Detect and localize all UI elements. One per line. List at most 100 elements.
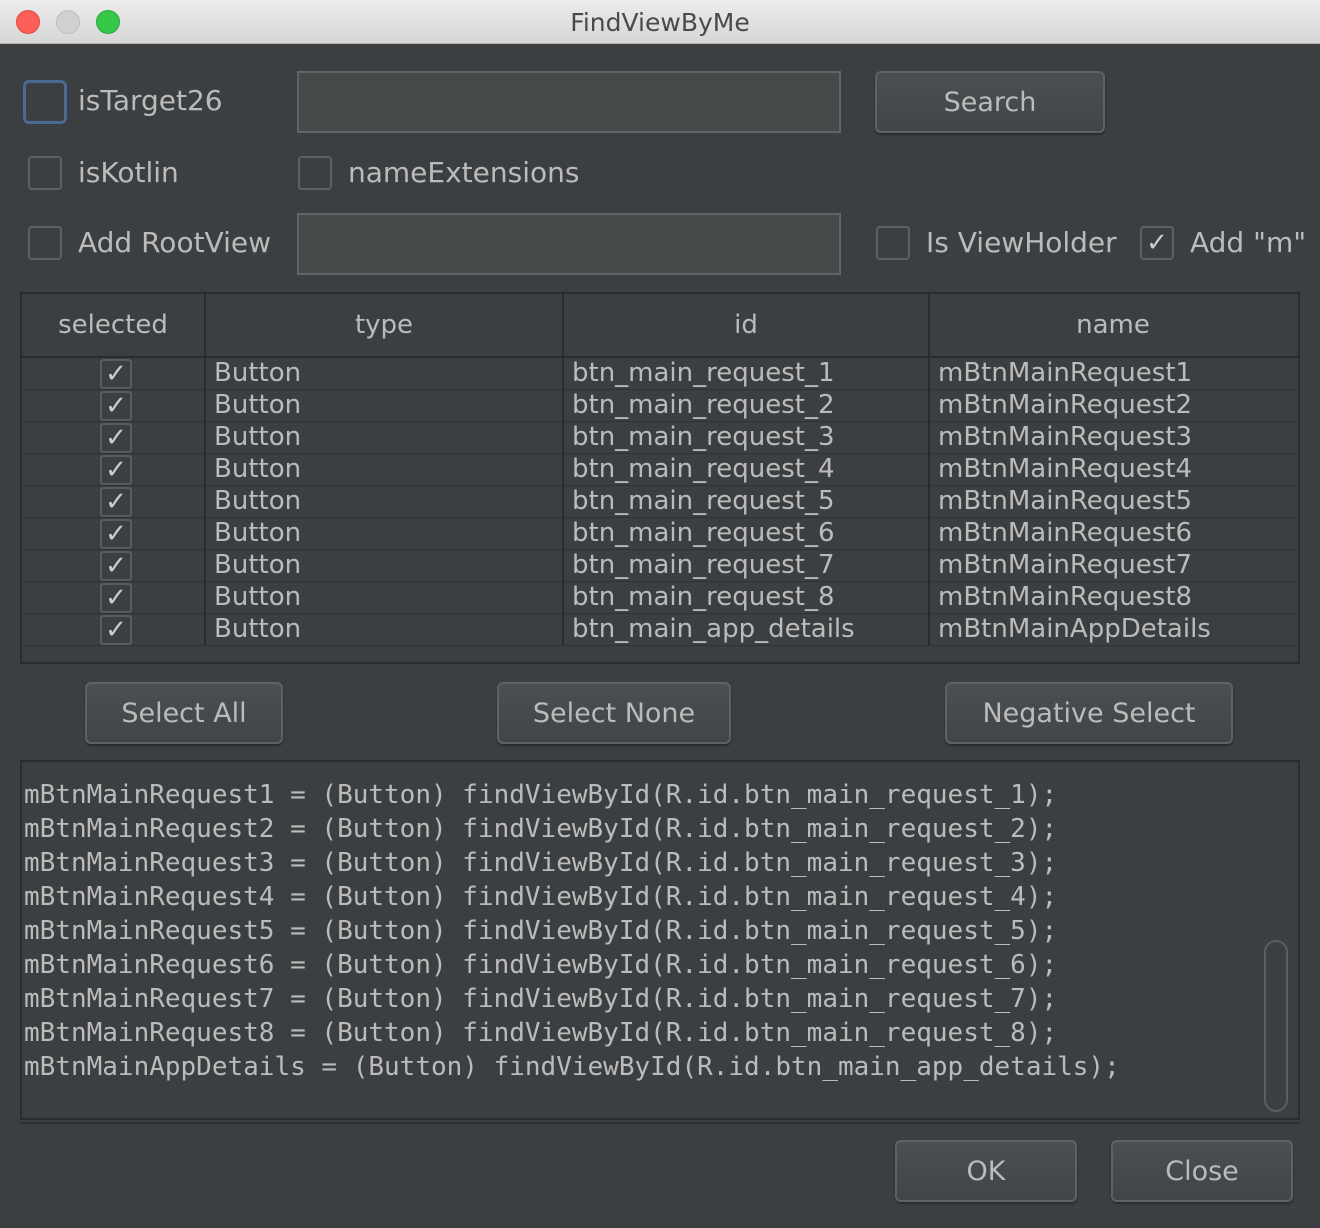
checkmark-icon: ✓ [105, 487, 127, 517]
is-view-holder-checkbox[interactable] [876, 226, 910, 260]
select-none-button[interactable]: Select None [497, 682, 731, 744]
code-line: mBtnMainRequest2 = (Button) findViewById… [24, 814, 1058, 844]
checkmark-icon: ✓ [105, 615, 127, 645]
cell-selected: ✓ [22, 486, 206, 517]
cell-name: mBtnMainRequest7 [938, 550, 1193, 580]
cell-id: btn_main_request_8 [564, 582, 930, 613]
is-target26-label: isTarget26 [78, 84, 223, 117]
root-view-input[interactable] [297, 213, 841, 275]
title-bar: FindViewByMe [0, 0, 1320, 44]
cell-type: Button [206, 582, 564, 613]
cell-id: btn_main_request_5 [564, 486, 930, 517]
checkmark-icon: ✓ [105, 551, 127, 581]
cell-id: btn_main_request_7 [564, 550, 930, 581]
table-row[interactable]: ✓ Button btn_main_request_1 mBtnMainRequest… [22, 358, 1296, 390]
cell-type: Button [206, 422, 564, 453]
cell-selected: ✓ [22, 454, 206, 485]
cell-type: Button [206, 614, 564, 645]
cell-name: mBtnMainRequest5 [938, 486, 1193, 516]
ok-button[interactable]: OK [895, 1140, 1077, 1202]
cell-id: btn_main_request_3 [564, 422, 930, 453]
negative-select-button[interactable]: Negative Select [945, 682, 1233, 744]
add-root-view-checkbox[interactable] [28, 226, 62, 260]
code-line: mBtnMainRequest8 = (Button) findViewById… [24, 1018, 1058, 1048]
footer-divider [20, 1122, 1300, 1124]
cell-type: Button [206, 486, 564, 517]
cell-selected: ✓ [22, 518, 206, 549]
close-button[interactable]: Close [1111, 1140, 1293, 1202]
cell-selected: ✓ [22, 582, 206, 613]
table-row[interactable]: ✓ Button btn_main_app_details mBtnMainAppDe… [22, 614, 1296, 646]
is-view-holder-label: Is ViewHolder [926, 226, 1117, 259]
cell-type: Button [206, 390, 564, 421]
checkmark-icon: ✓ [105, 391, 127, 421]
checkmark-icon: ✓ [105, 519, 127, 549]
cell-type: Button [206, 454, 564, 485]
cell-selected: ✓ [22, 614, 206, 645]
add-root-view-label: Add RootView [78, 226, 271, 259]
cell-selected: ✓ [22, 550, 206, 581]
cell-id: btn_main_request_4 [564, 454, 930, 485]
row-selected-checkbox[interactable]: ✓ [100, 391, 132, 421]
column-header-name[interactable]: name [930, 294, 1296, 356]
code-line: mBtnMainRequest3 = (Button) findViewById… [24, 848, 1058, 878]
cell-name: mBtnMainRequest4 [938, 454, 1193, 484]
cell-name: mBtnMainRequest2 [938, 390, 1193, 420]
add-m-label: Add "m" [1190, 226, 1307, 259]
code-line: mBtnMainRequest5 = (Button) findViewById… [24, 916, 1058, 946]
cell-id: btn_main_app_details [564, 614, 930, 645]
name-extensions-checkbox[interactable] [298, 156, 332, 190]
row-selected-checkbox[interactable]: ✓ [100, 551, 132, 581]
is-kotlin-checkbox[interactable] [28, 156, 62, 190]
cell-name: mBtnMainRequest1 [938, 358, 1193, 388]
table-row[interactable]: ✓ Button btn_main_request_8 mBtnMainRequest… [22, 582, 1296, 614]
row-selected-checkbox[interactable]: ✓ [100, 487, 132, 517]
checkmark-icon: ✓ [105, 583, 127, 613]
cell-id: btn_main_request_1 [564, 358, 930, 389]
checkmark-icon: ✓ [105, 455, 127, 485]
views-table: selected type id name ✓ Button btn_main_re… [20, 292, 1300, 664]
cell-name: mBtnMainRequest6 [938, 518, 1193, 548]
search-input[interactable] [297, 71, 841, 133]
row-selected-checkbox[interactable]: ✓ [100, 519, 132, 549]
column-header-selected[interactable]: selected [22, 294, 206, 356]
table-row[interactable]: ✓ Button btn_main_request_5 mBtnMainRequest… [22, 486, 1296, 518]
row-selected-checkbox[interactable]: ✓ [100, 423, 132, 453]
code-line: mBtnMainRequest6 = (Button) findViewById… [24, 950, 1058, 980]
table-row[interactable]: ✓ Button btn_main_request_7 mBtnMainRequest… [22, 550, 1296, 582]
code-scrollbar[interactable] [1264, 940, 1288, 1112]
row-selected-checkbox[interactable]: ✓ [100, 359, 132, 389]
column-header-type[interactable]: type [206, 294, 564, 356]
cell-name: mBtnMainRequest8 [938, 582, 1193, 612]
is-kotlin-label: isKotlin [78, 156, 179, 189]
cell-id: btn_main_request_2 [564, 390, 930, 421]
row-selected-checkbox[interactable]: ✓ [100, 615, 132, 645]
search-button[interactable]: Search [875, 71, 1105, 133]
add-m-checkbox[interactable]: ✓ [1140, 226, 1174, 260]
code-output-area[interactable]: mBtnMainRequest1 = (Button) findViewById… [20, 760, 1300, 1120]
column-header-id[interactable]: id [564, 294, 930, 356]
cell-name: mBtnMainRequest3 [938, 422, 1193, 452]
cell-id: btn_main_request_6 [564, 518, 930, 549]
select-all-button[interactable]: Select All [85, 682, 283, 744]
row-selected-checkbox[interactable]: ✓ [100, 583, 132, 613]
is-target26-checkbox[interactable] [23, 80, 67, 124]
checkmark-icon: ✓ [105, 423, 127, 453]
checkmark-icon: ✓ [105, 359, 127, 389]
cell-type: Button [206, 358, 564, 389]
table-header: selected type id name [22, 294, 1298, 358]
table-row[interactable]: ✓ Button btn_main_request_3 mBtnMainRequest… [22, 422, 1296, 454]
code-line: mBtnMainRequest7 = (Button) findViewById… [24, 984, 1058, 1014]
table-row[interactable]: ✓ Button btn_main_request_4 mBtnMainRequest… [22, 454, 1296, 486]
cell-type: Button [206, 518, 564, 549]
table-row[interactable]: ✓ Button btn_main_request_2 mBtnMainRequest… [22, 390, 1296, 422]
code-line: mBtnMainRequest4 = (Button) findViewById… [24, 882, 1058, 912]
window-title: FindViewByMe [570, 8, 750, 37]
code-line: mBtnMainRequest1 = (Button) findViewById… [24, 780, 1058, 810]
table-row[interactable]: ✓ Button btn_main_request_6 mBtnMainRequest… [22, 518, 1296, 550]
checkmark-icon: ✓ [1146, 228, 1168, 258]
code-line: mBtnMainAppDetails = (Button) findViewBy… [24, 1052, 1120, 1082]
row-selected-checkbox[interactable]: ✓ [100, 455, 132, 485]
name-extensions-label: nameExtensions [348, 156, 580, 189]
cell-name: mBtnMainAppDetails [938, 614, 1211, 644]
